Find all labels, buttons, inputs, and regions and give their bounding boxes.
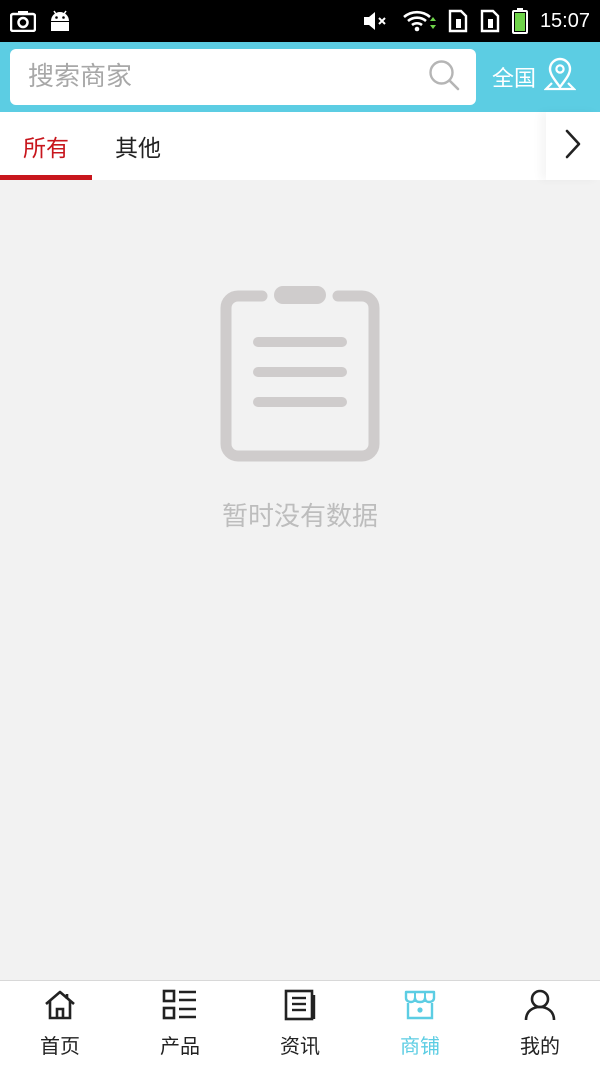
tabs-more-button[interactable] [546,112,600,180]
search-box[interactable] [10,49,476,105]
status-time: 15:07 [539,9,590,32]
category-tabs: 所有 其他 [0,112,600,180]
search-input[interactable] [28,62,408,92]
home-icon [43,989,77,1026]
nav-stores-label: 商铺 [400,1034,440,1058]
nav-mine[interactable]: 我的 [480,981,600,1067]
list-grid-icon [162,989,198,1026]
nav-stores[interactable]: 商铺 [360,981,480,1067]
news-icon [284,989,316,1026]
battery-icon [511,8,528,34]
camera-icon [10,10,36,32]
nav-mine-label: 我的 [520,1034,560,1058]
nav-products-label: 产品 [160,1034,200,1058]
status-right: 15:07 [362,8,590,34]
nav-products[interactable]: 产品 [120,981,240,1067]
search-icon[interactable] [428,59,460,95]
nav-news[interactable]: 资讯 [240,981,360,1067]
empty-state: 暂时没有数据 [0,180,600,980]
sim-icon [480,9,500,33]
bottom-nav: 首页 产品 资讯 商铺 我的 [0,980,600,1067]
sim-icon [448,9,468,33]
wifi-icon [402,9,436,33]
tab-other[interactable]: 其他 [92,112,184,180]
empty-message: 暂时没有数据 [221,502,378,532]
store-icon [403,989,437,1026]
nav-news-label: 资讯 [280,1034,320,1058]
location-pin-icon [543,57,577,97]
status-bar: 15:07 [0,0,600,42]
clipboard-icon [220,286,380,466]
region-selector[interactable]: 全国 [492,57,577,97]
mute-icon [362,10,390,32]
user-icon [523,989,557,1026]
region-label: 全国 [492,67,537,92]
header: 全国 [0,42,600,112]
status-left [10,10,72,32]
android-icon [48,10,72,32]
chevron-right-icon [563,128,583,164]
nav-home[interactable]: 首页 [0,981,120,1067]
nav-home-label: 首页 [40,1034,80,1058]
tab-all[interactable]: 所有 [0,112,92,180]
